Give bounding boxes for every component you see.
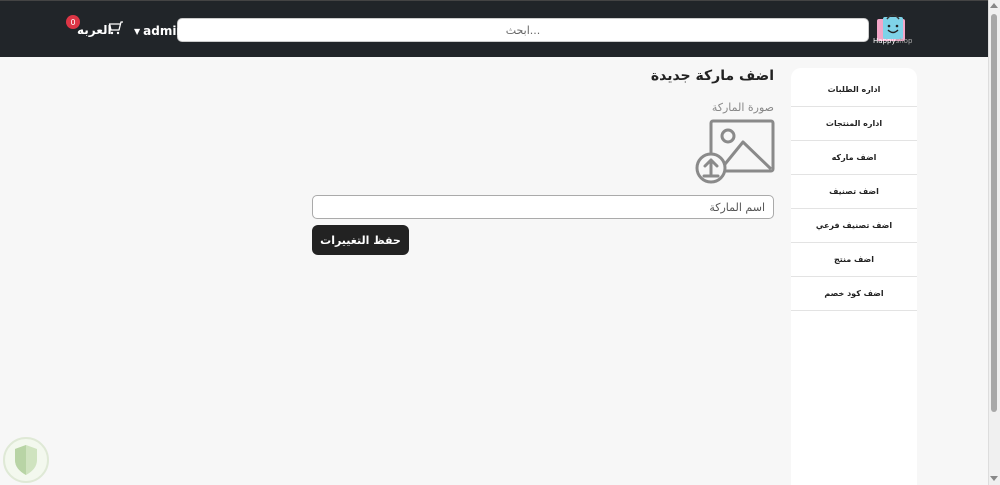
scroll-up-arrow-icon[interactable] <box>990 3 998 8</box>
sidebar-item-label: اضف منتج <box>833 255 875 264</box>
scrollbar-thumb[interactable] <box>991 14 997 412</box>
sidebar-item-manage-products[interactable]: اداره المنتجات <box>791 107 917 141</box>
shield-watermark-icon <box>3 437 49 483</box>
admin-sidebar: اداره الطلبات اداره المنتجات اضف ماركه ا… <box>791 68 917 485</box>
save-changes-button[interactable]: حفظ التغييرات <box>312 225 409 255</box>
top-navbar: Happyshop ▼ admin العربه 0 <box>0 0 988 57</box>
sidebar-item-label: اداره المنتجات <box>825 119 883 128</box>
user-menu[interactable]: ▼ admin <box>134 24 185 38</box>
logo-text-sub: shop <box>895 37 913 45</box>
logo-text: Happyshop <box>873 37 912 45</box>
sidebar-item-add-category[interactable]: اضف تصنيف <box>791 175 917 209</box>
sidebar-item-add-product[interactable]: اضف منتج <box>791 243 917 277</box>
sidebar-item-manage-orders[interactable]: اداره الطلبات <box>791 73 917 107</box>
sidebar-item-label: اضف تصنيف فرعي <box>815 221 893 230</box>
sidebar-item-add-coupon[interactable]: اضف كود خصم <box>791 277 917 311</box>
sidebar-item-add-brand[interactable]: اضف ماركه <box>791 141 917 175</box>
cart-count-badge: 0 <box>66 15 80 29</box>
sidebar-item-label: اداره الطلبات <box>827 85 881 94</box>
image-upload-icon[interactable] <box>694 118 776 186</box>
sidebar-item-label: اضف ماركه <box>831 153 877 162</box>
sidebar-item-add-subcategory[interactable]: اضف تصنيف فرعي <box>791 209 917 243</box>
cart-link[interactable]: العربه <box>77 23 112 37</box>
logo-text-main: Happy <box>873 37 896 45</box>
sidebar-item-label: اضف كود خصم <box>824 289 884 298</box>
sidebar-item-label: اضف تصنيف <box>829 187 879 196</box>
caret-down-icon: ▼ <box>134 26 141 36</box>
brand-image-label: صورة الماركة <box>711 101 774 114</box>
page-title: اضف ماركة جديدة <box>650 68 774 84</box>
user-name: admin <box>143 24 186 38</box>
search-input[interactable] <box>177 18 869 42</box>
brand-name-input[interactable] <box>312 195 774 219</box>
scroll-down-arrow-icon[interactable] <box>990 476 998 481</box>
